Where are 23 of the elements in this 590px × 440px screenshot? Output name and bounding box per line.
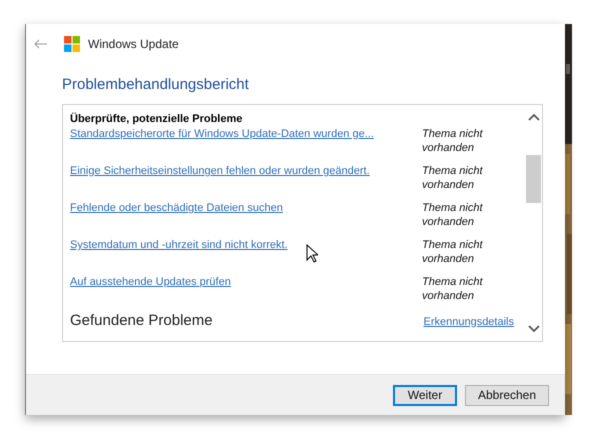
dialog-button[interactable]: Weiter xyxy=(393,384,457,406)
issue-link[interactable]: Einige Sicherheitseinstellungen fehlen oder wurden geändert. xyxy=(70,164,418,201)
back-icon[interactable] xyxy=(34,39,48,49)
issue-link[interactable]: Systemdatum und -uhrzeit sind nicht korrekt. xyxy=(70,238,418,275)
scroll-down-icon[interactable] xyxy=(528,325,540,333)
status-text: Thema nicht vorhanden xyxy=(422,275,484,304)
status-text: Thema nicht vorhanden xyxy=(422,164,484,193)
scroll-up-icon[interactable] xyxy=(528,113,540,121)
mouse-pointer-icon xyxy=(306,244,318,263)
window-title: Windows Update xyxy=(88,36,179,53)
issue-link[interactable]: Auf ausstehende Updates prüfen xyxy=(70,275,418,312)
status-text: Thema nicht vorhanden xyxy=(422,201,484,230)
section-title: Überprüfte, potenzielle Probleme xyxy=(70,112,244,127)
status-text: Thema nicht vorhanden xyxy=(422,238,484,267)
windows-logo-icon xyxy=(64,36,80,52)
section-title: Gefundene Probleme xyxy=(70,312,213,330)
issue-link[interactable]: Fehlende oder beschädigte Dateien suchen xyxy=(70,201,418,238)
issue-link[interactable]: Standardspeicherorte für Windows Update-Daten wurden ge... xyxy=(70,127,418,164)
details-link[interactable]: Erkennungsdetails xyxy=(423,314,514,330)
status-text: Thema nicht vorhanden xyxy=(422,127,484,156)
scroll-thumb[interactable] xyxy=(526,155,541,203)
page-heading: Problembehandlungsbericht xyxy=(62,76,250,94)
dialog-button[interactable]: Abbrechen xyxy=(465,384,549,406)
